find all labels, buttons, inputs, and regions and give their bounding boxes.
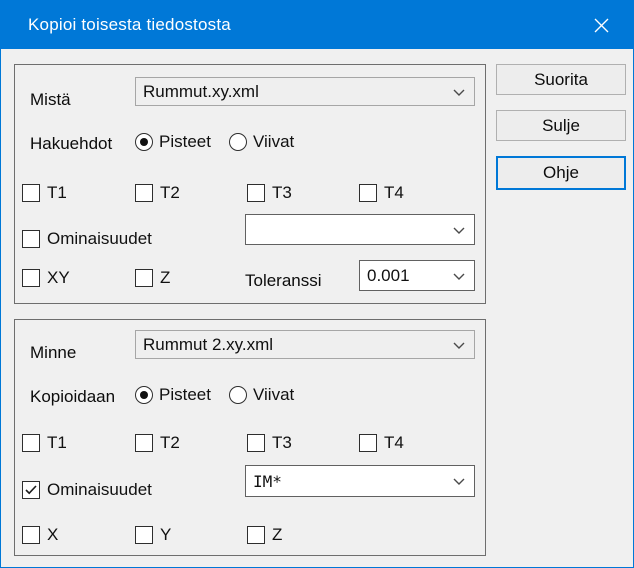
source-radio-points[interactable]: Pisteet [135, 132, 211, 152]
close-icon [594, 18, 609, 33]
target-file-label: Minne [30, 343, 76, 363]
checkbox-label: Ominaisuudet [47, 229, 152, 249]
source-file-label: Mistä [30, 90, 71, 110]
radio-icon [229, 133, 247, 151]
tolerance-combobox[interactable]: 0.001 [359, 260, 475, 291]
target-copy-label: Kopioidaan [30, 387, 115, 407]
checkbox-icon [135, 526, 153, 544]
target-file-combobox[interactable]: Rummut 2.xy.xml [135, 330, 475, 359]
checkbox-label: XY [47, 268, 70, 288]
source-file-value: Rummut.xy.xml [143, 82, 259, 102]
check-icon [25, 485, 37, 495]
checkbox-icon [135, 269, 153, 287]
target-checkbox-z[interactable]: Z [247, 525, 282, 545]
source-checkbox-properties[interactable]: Ominaisuudet [22, 229, 152, 249]
target-checkbox-t2[interactable]: T2 [135, 433, 180, 453]
checkbox-icon [359, 434, 377, 452]
checkbox-icon [247, 184, 265, 202]
radio-icon [229, 386, 247, 404]
source-file-combobox[interactable]: Rummut.xy.xml [135, 77, 475, 106]
checkbox-label: T2 [160, 433, 180, 453]
chevron-down-icon [453, 227, 465, 234]
target-checkbox-properties[interactable]: Ominaisuudet [22, 480, 152, 500]
source-checkbox-z[interactable]: Z [135, 268, 170, 288]
target-radio-points[interactable]: Pisteet [135, 385, 211, 405]
source-properties-combobox[interactable] [245, 214, 475, 245]
checkbox-label: Z [160, 268, 170, 288]
checkbox-icon [22, 184, 40, 202]
execute-button[interactable]: Suorita [496, 64, 626, 95]
checkbox-icon [247, 434, 265, 452]
title-bar: Kopioi toisesta tiedostosta [1, 1, 633, 49]
target-checkbox-t1[interactable]: T1 [22, 433, 67, 453]
checkbox-label: T4 [384, 183, 404, 203]
target-checkbox-y[interactable]: Y [135, 525, 171, 545]
checkbox-label: Z [272, 525, 282, 545]
help-button[interactable]: Ohje [496, 156, 626, 190]
target-radio-lines[interactable]: Viivat [229, 385, 294, 405]
target-file-value: Rummut 2.xy.xml [143, 335, 273, 355]
checkbox-icon [135, 184, 153, 202]
source-checkbox-t3[interactable]: T3 [247, 183, 292, 203]
tolerance-label: Toleranssi [245, 271, 322, 291]
source-criteria-label: Hakuehdot [30, 134, 112, 154]
checkbox-icon [247, 526, 265, 544]
checkbox-label: T2 [160, 183, 180, 203]
close-dialog-button[interactable]: Sulje [496, 110, 626, 141]
chevron-down-icon [453, 89, 465, 96]
source-groupbox: Mistä Rummut.xy.xml Hakuehdot Pisteet Vi… [14, 64, 486, 304]
checkbox-label: Ominaisuudet [47, 480, 152, 500]
checkbox-icon [359, 184, 377, 202]
radio-label: Viivat [253, 132, 294, 152]
source-radio-lines[interactable]: Viivat [229, 132, 294, 152]
target-checkbox-t4[interactable]: T4 [359, 433, 404, 453]
target-groupbox: Minne Rummut 2.xy.xml Kopioidaan Pisteet… [14, 319, 486, 556]
checkbox-icon [22, 230, 40, 248]
chevron-down-icon [453, 342, 465, 349]
target-properties-value: IM* [253, 472, 282, 491]
radio-selected-icon [135, 133, 153, 151]
radio-label: Pisteet [159, 385, 211, 405]
checkbox-label: T3 [272, 183, 292, 203]
chevron-down-icon [453, 478, 465, 485]
checkbox-icon [22, 434, 40, 452]
source-checkbox-t2[interactable]: T2 [135, 183, 180, 203]
checkbox-icon [135, 434, 153, 452]
checkbox-label: Y [160, 525, 171, 545]
radio-label: Viivat [253, 385, 294, 405]
source-checkbox-t4[interactable]: T4 [359, 183, 404, 203]
checkbox-label: T4 [384, 433, 404, 453]
chevron-down-icon [453, 273, 465, 280]
checkbox-icon [22, 526, 40, 544]
checkbox-label: T1 [47, 433, 67, 453]
source-checkbox-xy[interactable]: XY [22, 268, 70, 288]
target-checkbox-t3[interactable]: T3 [247, 433, 292, 453]
dialog-window: Kopioi toisesta tiedostosta Mistä Rummut… [0, 0, 634, 568]
source-checkbox-t1[interactable]: T1 [22, 183, 67, 203]
checkbox-icon [22, 269, 40, 287]
radio-label: Pisteet [159, 132, 211, 152]
dialog-title: Kopioi toisesta tiedostosta [28, 1, 231, 49]
checkbox-label: T3 [272, 433, 292, 453]
target-properties-combobox[interactable]: IM* [245, 465, 475, 497]
close-button[interactable] [579, 1, 623, 49]
target-checkbox-x[interactable]: X [22, 525, 58, 545]
radio-selected-icon [135, 386, 153, 404]
checkbox-label: T1 [47, 183, 67, 203]
tolerance-value: 0.001 [367, 266, 410, 286]
checkbox-checked-icon [22, 481, 40, 499]
checkbox-label: X [47, 525, 58, 545]
